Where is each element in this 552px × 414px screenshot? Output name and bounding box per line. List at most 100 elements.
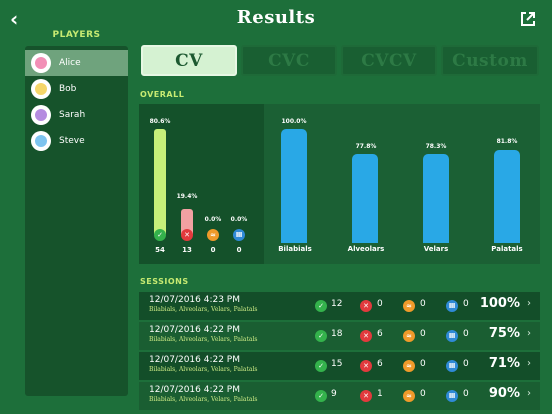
cross-icon: ✕ bbox=[181, 229, 193, 241]
category-percent-bilabials: 100.0% bbox=[281, 118, 307, 125]
session-sounds: Bilabials, Alveolars, Velars, Palatals bbox=[149, 306, 258, 313]
player-name: Sarah bbox=[59, 110, 86, 120]
player-item-steve[interactable]: Steve bbox=[25, 128, 128, 154]
players-title: PLAYERS bbox=[52, 30, 101, 40]
check-icon: ✓ bbox=[315, 300, 327, 312]
category-bar-palatals bbox=[494, 150, 520, 243]
category-bar-bilabials bbox=[281, 129, 307, 243]
session-row[interactable]: 12/07/2016 4:22 PM Bilabials, Alveolars,… bbox=[139, 352, 540, 380]
session-correct-count: 9 bbox=[331, 389, 337, 399]
check-icon: ✓ bbox=[154, 229, 166, 241]
tab-cvc[interactable]: CVC bbox=[241, 45, 337, 76]
chevron-right-icon: › bbox=[527, 298, 531, 309]
chevron-right-icon: › bbox=[527, 328, 531, 339]
player-name: Bob bbox=[59, 84, 77, 94]
cross-icon: ✕ bbox=[360, 360, 372, 372]
outcome-percent-pause: 0.0% bbox=[230, 216, 248, 223]
avatar bbox=[31, 131, 51, 151]
tab-custom[interactable]: Custom bbox=[441, 45, 539, 76]
share-button[interactable] bbox=[520, 11, 536, 27]
session-percent: 71% bbox=[488, 356, 520, 371]
category-percent-alveolars: 77.8% bbox=[355, 143, 377, 150]
session-correct-count: 18 bbox=[331, 329, 343, 339]
page-title: Results bbox=[236, 7, 316, 28]
session-pause-count: 0 bbox=[463, 359, 469, 369]
outcome-count-wrong: 13 bbox=[182, 246, 192, 254]
pause-icon: Ⅲ bbox=[446, 390, 458, 402]
avatar bbox=[31, 105, 51, 125]
pause-icon: Ⅲ bbox=[446, 300, 458, 312]
category-label-velars: Velars bbox=[423, 245, 449, 253]
avatar bbox=[31, 79, 51, 99]
approx-icon: ≈ bbox=[403, 390, 415, 402]
player-item-bob[interactable]: Bob bbox=[25, 76, 128, 102]
category-percent-velars: 78.3% bbox=[425, 143, 447, 150]
session-row[interactable]: 12/07/2016 4:23 PM Bilabials, Alveolars,… bbox=[139, 292, 540, 320]
cross-icon: ✕ bbox=[360, 330, 372, 342]
player-name: Alice bbox=[59, 58, 81, 68]
session-approx-count: 0 bbox=[420, 299, 426, 309]
category-label-palatals: Palatals bbox=[491, 245, 523, 253]
outcome-count-pause: 0 bbox=[236, 246, 242, 254]
cross-icon: ✕ bbox=[360, 300, 372, 312]
tab-cv[interactable]: CV bbox=[141, 45, 237, 76]
tab-cvcv[interactable]: CVCV bbox=[341, 45, 437, 76]
approx-icon: ≈ bbox=[403, 330, 415, 342]
session-wrong-count: 0 bbox=[377, 299, 383, 309]
approx-icon: ≈ bbox=[207, 229, 219, 241]
session-pause-count: 0 bbox=[463, 299, 469, 309]
session-sounds: Bilabials, Alveolars, Velars, Palatals bbox=[149, 396, 258, 403]
session-date: 12/07/2016 4:22 PM bbox=[149, 385, 240, 395]
session-percent: 90% bbox=[488, 386, 520, 401]
cross-icon: ✕ bbox=[360, 390, 372, 402]
session-sounds: Bilabials, Alveolars, Velars, Palatals bbox=[149, 366, 258, 373]
session-approx-count: 0 bbox=[420, 389, 426, 399]
outcome-count-approx: 0 bbox=[210, 246, 216, 254]
outcome-percent-correct: 80.6% bbox=[149, 118, 171, 125]
approx-icon: ≈ bbox=[403, 300, 415, 312]
session-wrong-count: 6 bbox=[377, 359, 383, 369]
session-correct-count: 12 bbox=[331, 299, 343, 309]
category-bar-velars bbox=[423, 154, 449, 243]
pause-icon: Ⅲ bbox=[446, 330, 458, 342]
session-correct-count: 15 bbox=[331, 359, 343, 369]
session-approx-count: 0 bbox=[420, 359, 426, 369]
session-wrong-count: 1 bbox=[377, 389, 383, 399]
players-panel: Alice Bob Sarah Steve bbox=[25, 46, 128, 396]
session-percent: 100% bbox=[479, 296, 520, 311]
session-approx-count: 0 bbox=[420, 329, 426, 339]
session-row[interactable]: 12/07/2016 4:22 PM Bilabials, Alveolars,… bbox=[139, 382, 540, 410]
player-item-alice[interactable]: Alice bbox=[25, 50, 128, 76]
check-icon: ✓ bbox=[315, 330, 327, 342]
session-pause-count: 0 bbox=[463, 329, 469, 339]
chevron-right-icon: › bbox=[527, 388, 531, 399]
approx-icon: ≈ bbox=[403, 360, 415, 372]
chevron-right-icon: › bbox=[527, 358, 531, 369]
outcome-percent-wrong: 19.4% bbox=[176, 193, 198, 200]
session-date: 12/07/2016 4:23 PM bbox=[149, 295, 240, 305]
player-name: Steve bbox=[59, 136, 85, 146]
overall-title: OVERALL bbox=[140, 90, 185, 99]
session-wrong-count: 6 bbox=[377, 329, 383, 339]
check-icon: ✓ bbox=[315, 390, 327, 402]
avatar bbox=[31, 53, 51, 73]
category-label-bilabials: Bilabials bbox=[278, 245, 312, 253]
player-item-sarah[interactable]: Sarah bbox=[25, 102, 128, 128]
pause-icon: Ⅲ bbox=[233, 229, 245, 241]
category-label-alveolars: Alveolars bbox=[347, 245, 385, 253]
outcome-bar-correct bbox=[154, 129, 166, 234]
sessions-title: SESSIONS bbox=[140, 277, 189, 286]
session-sounds: Bilabials, Alveolars, Velars, Palatals bbox=[149, 336, 258, 343]
outcome-percent-approx: 0.0% bbox=[204, 216, 222, 223]
pause-icon: Ⅲ bbox=[446, 360, 458, 372]
category-percent-palatals: 81.8% bbox=[496, 138, 518, 145]
share-icon bbox=[521, 12, 535, 26]
check-icon: ✓ bbox=[315, 360, 327, 372]
session-percent: 75% bbox=[488, 326, 520, 341]
session-date: 12/07/2016 4:22 PM bbox=[149, 325, 240, 335]
session-row[interactable]: 12/07/2016 4:22 PM Bilabials, Alveolars,… bbox=[139, 322, 540, 350]
category-bar-alveolars bbox=[352, 154, 378, 243]
session-pause-count: 0 bbox=[463, 389, 469, 399]
session-date: 12/07/2016 4:22 PM bbox=[149, 355, 240, 365]
outcome-count-correct: 54 bbox=[155, 246, 165, 254]
